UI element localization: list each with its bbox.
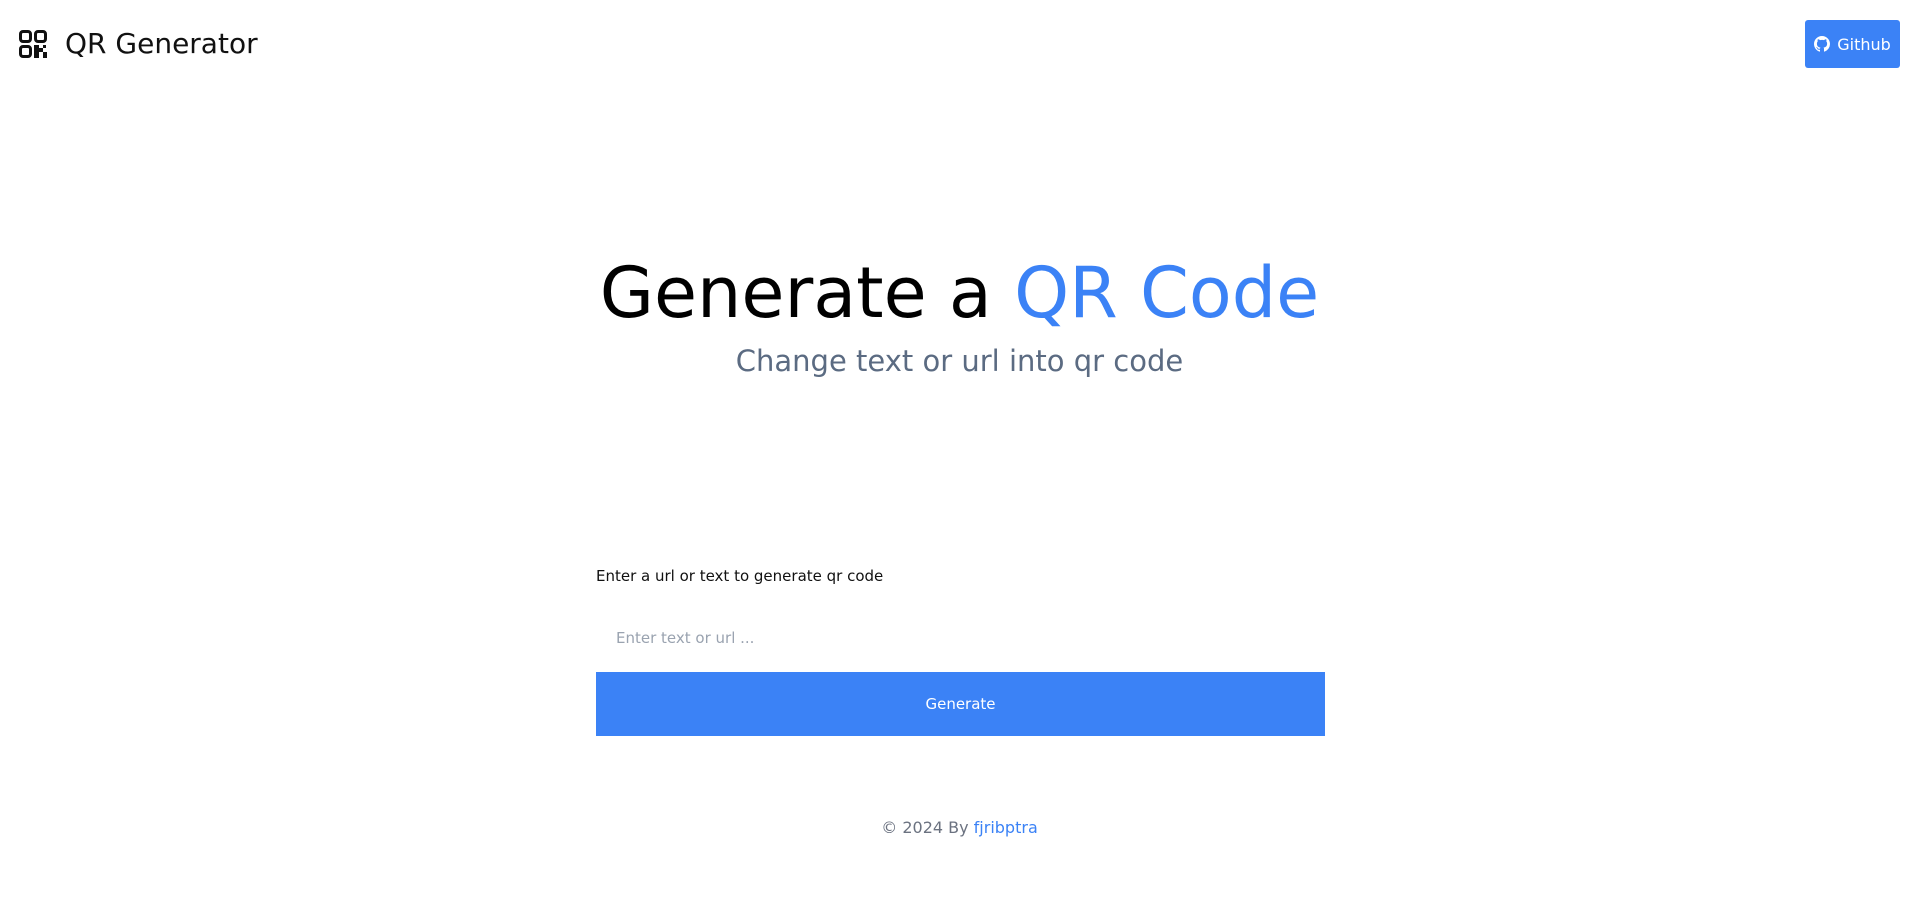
github-icon [1814,36,1831,52]
qr-form: Enter a url or text to generate qr code … [596,565,1325,736]
hero-title: Generate a QR Code [0,248,1919,338]
hero-title-accent: QR Code [1014,252,1320,334]
hero-title-prefix: Generate a [599,252,1015,334]
author-link[interactable]: fjribptra [974,818,1038,837]
top-navbar: QR Generator Github [0,0,1919,90]
brand-logo-link[interactable]: QR Generator [19,26,258,62]
github-button-label: Github [1837,34,1891,54]
input-label: Enter a url or text to generate qr code [596,567,884,585]
page: QR Generator Github Generate a QR Code C… [0,0,1919,907]
footer: © 2024 By fjribptra [0,816,1919,840]
hero-subtitle: Change text or url into qr code [735,344,1184,378]
qr-code-icon [19,30,47,58]
brand-title: QR Generator [65,27,258,60]
text-url-input[interactable] [596,616,1325,660]
hero-section: Generate a QR Code Change text or url in… [0,248,1919,384]
generate-button[interactable]: Generate [596,672,1325,736]
footer-copyright: © 2024 By [881,818,974,837]
github-button[interactable]: Github [1805,20,1900,68]
